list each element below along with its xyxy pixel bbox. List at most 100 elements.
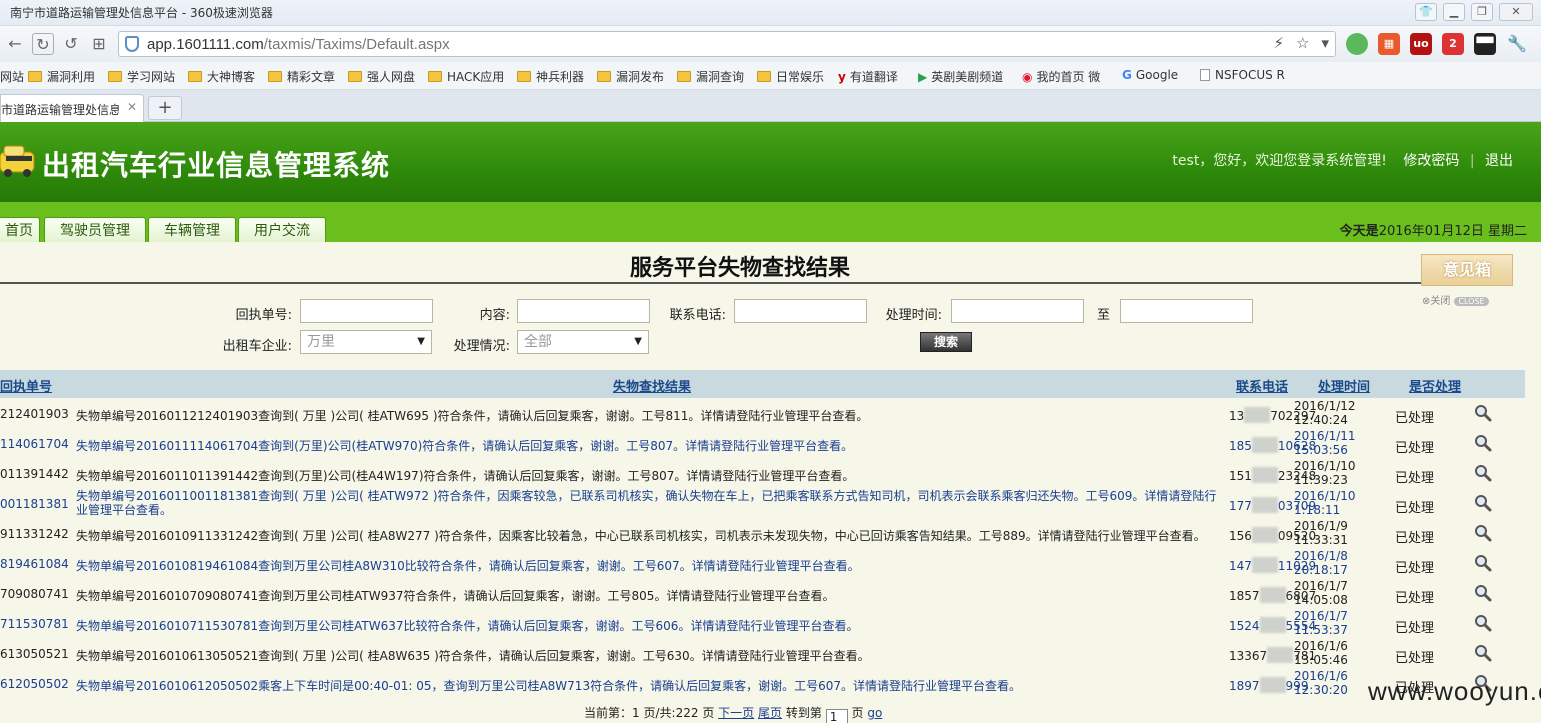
nav-tab-user-exchange[interactable]: 用户交流 [238,217,326,244]
address-bar[interactable]: app.1601111.com/taxmis/Taxims/Default.as… [118,31,1336,57]
next-page-link[interactable]: 下一页 [718,706,754,720]
bookmark-item[interactable]: 学习网站 [108,68,175,85]
processed-status: 已处理 [1395,501,1435,516]
bookmark-item[interactable]: 日常娱乐 [757,68,824,85]
browser-tab[interactable]: 市道路运输管理处信息 ✕ [0,94,144,122]
status-select[interactable]: 全部 ▼ [517,330,649,354]
bookmark-item[interactable]: 精彩文章 [268,68,335,85]
lightning-icon[interactable]: ⚡ [1273,34,1284,52]
magnifier-icon[interactable] [1474,404,1492,422]
content-input[interactable] [517,299,650,323]
redaction-mask [1251,527,1278,543]
end-time-input[interactable] [1120,299,1253,323]
table-row[interactable]: 711530781 失物单编号2016010711530781查询到万里公司桂AT… [0,608,1525,638]
logout-link[interactable]: 退出 [1485,153,1513,169]
bookmark-item[interactable]: 漏洞查询 [677,68,744,85]
url-text[interactable]: app.1601111.com/taxmis/Taxims/Default.as… [147,36,450,53]
gear-badge-icon[interactable]: 2 [1442,33,1464,55]
table-row[interactable]: 114061704 失物单编号2016011114061704查询到(万里)公司(… [0,428,1525,458]
table-row[interactable]: 709080741 失物单编号2016010709080741查询到万里公司桂AT… [0,578,1525,608]
bookmark-item[interactable]: NSFOCUS R [1200,68,1285,82]
bookmark-item[interactable]: ◉ 我的首页 微 [1022,68,1100,85]
feedback-close[interactable]: ⊗关闭 CLOSE [1422,292,1489,307]
status-label: 处理情况: [453,339,510,354]
bookmark-item[interactable]: G Google [1122,68,1178,82]
column-header-receipt[interactable]: 回执单号 [0,376,52,395]
magnifier-icon[interactable] [1474,464,1492,482]
lost-item-result: 失物单编号2016010613050521查询到( 万里 )公司( 桂A8W63… [76,649,870,663]
page-title: 服务平台失物查找结果 [629,256,850,281]
magnifier-icon[interactable] [1474,584,1492,602]
bookmark-item[interactable]: 网站 [0,68,24,85]
bookmark-item[interactable]: ▶ 英剧美剧频道 [918,68,1003,85]
wrench-icon[interactable]: 🔧 [1506,33,1528,55]
column-header-phone[interactable]: 联系电话 [1236,376,1288,395]
processed-status: 已处理 [1395,441,1435,456]
table-row[interactable]: 011391442 失物单编号2016011011391442查询到(万里)公司(… [0,458,1525,488]
minimize-button[interactable]: ▁ [1443,3,1465,21]
content-label: 内容: [479,308,510,323]
goto-page-input[interactable]: 1 [825,709,848,723]
start-time-input[interactable] [951,299,1084,323]
user-info: test，您好，欢迎您登录系统管理! 修改密码 | 退出 [1172,153,1513,169]
grid-icon[interactable]: ⊞ [88,33,110,55]
search-button[interactable]: 搜索 [920,332,972,352]
chevron-down-icon[interactable]: ▾ [1321,34,1329,52]
feedback-box-button[interactable]: 意见箱 [1421,254,1513,286]
process-time: 2016/1/7 14:05:08 [1294,579,1348,607]
folder-icon [757,71,771,82]
undo-close-icon[interactable]: ↺ [60,33,82,55]
star-icon[interactable]: ☆ [1296,34,1309,52]
phone-input[interactable] [734,299,867,323]
green-circle-icon[interactable] [1346,33,1368,55]
column-header-result[interactable]: 失物查找结果 [613,376,691,395]
magnifier-icon[interactable] [1474,614,1492,632]
app-title: 出租汽车行业信息管理系统 [42,149,391,182]
company-select[interactable]: 万里 ▼ [300,330,432,354]
table-row[interactable]: 001181381 失物单编号2016011001181381查询到( 万里 )公… [0,488,1525,518]
maximize-button[interactable]: ❐ [1471,3,1493,21]
dropdown-arrow-icon: ▼ [634,336,642,347]
table-row[interactable]: 212401903 失物单编号2016011212401903查询到( 万里 )公… [0,398,1525,428]
bookmark-item[interactable]: 强人网盘 [348,68,415,85]
table-row[interactable]: 613050521 失物单编号2016010613050521查询到( 万里 )公… [0,638,1525,668]
to-label: 至 [1096,308,1110,323]
close-tab-icon[interactable]: ✕ [127,100,137,114]
process-time: 2016/1/11 15:03:56 [1294,429,1356,457]
receipt-number-input[interactable] [300,299,433,323]
bookmark-item[interactable]: 漏洞利用 [28,68,95,85]
back-icon[interactable]: ← [4,33,26,55]
bookmark-item[interactable]: 神兵利器 [517,68,584,85]
column-header-time[interactable]: 处理时间 [1318,376,1370,395]
magnifier-icon[interactable] [1474,524,1492,542]
bookmark-item[interactable]: 大神博客 [188,68,255,85]
bookmark-item[interactable]: HACK应用 [428,68,504,85]
column-header-processed[interactable]: 是否处理 [1409,376,1461,395]
nav-tab-home[interactable]: 首页 [0,217,40,244]
results-table-header: 回执单号 失物查找结果 联系电话 处理时间 是否处理 [0,370,1525,398]
change-password-link[interactable]: 修改密码 [1403,153,1459,169]
close-window-button[interactable]: ✕ [1499,3,1533,21]
bookmark-item[interactable]: 漏洞发布 [597,68,664,85]
nav-tab-vehicles[interactable]: 车辆管理 [148,217,236,244]
table-row[interactable]: 911331242 失物单编号2016010911331242查询到( 万里 )公… [0,518,1525,548]
bookmark-item[interactable]: y 有道翻译 [838,68,898,85]
folder-icon [108,71,122,82]
address-toolbar: ← ↻ ↺ ⊞ app.1601111.com/taxmis/Taxims/De… [0,26,1541,62]
table-row[interactable]: 819461084 失物单编号2016010819461084查询到万里公司桂A8… [0,548,1525,578]
refresh-icon[interactable]: ↻ [32,33,54,55]
magnifier-icon[interactable] [1474,434,1492,452]
sunglasses-icon[interactable]: ▀▀ [1474,33,1496,55]
new-tab-button[interactable]: + [148,96,182,120]
go-link[interactable]: go [867,706,882,720]
last-page-link[interactable]: 尾页 [758,706,782,720]
extension-icon[interactable]: ▦ [1378,33,1400,55]
nav-tab-drivers[interactable]: 驾驶员管理 [44,217,146,244]
skin-icon[interactable]: 👕 [1415,3,1437,21]
magnifier-icon[interactable] [1474,644,1492,662]
ublock-icon[interactable]: uo [1410,33,1432,55]
bookmarks-bar: 网站 漏洞利用 学习网站 大神博客 精彩文章 强人网盘 HACK应用 神兵利器 … [0,62,1541,90]
table-row[interactable]: 612050502 失物单编号2016010612050502乘客上下车时间是00… [0,668,1525,698]
magnifier-icon[interactable] [1474,554,1492,572]
magnifier-icon[interactable] [1474,494,1492,512]
